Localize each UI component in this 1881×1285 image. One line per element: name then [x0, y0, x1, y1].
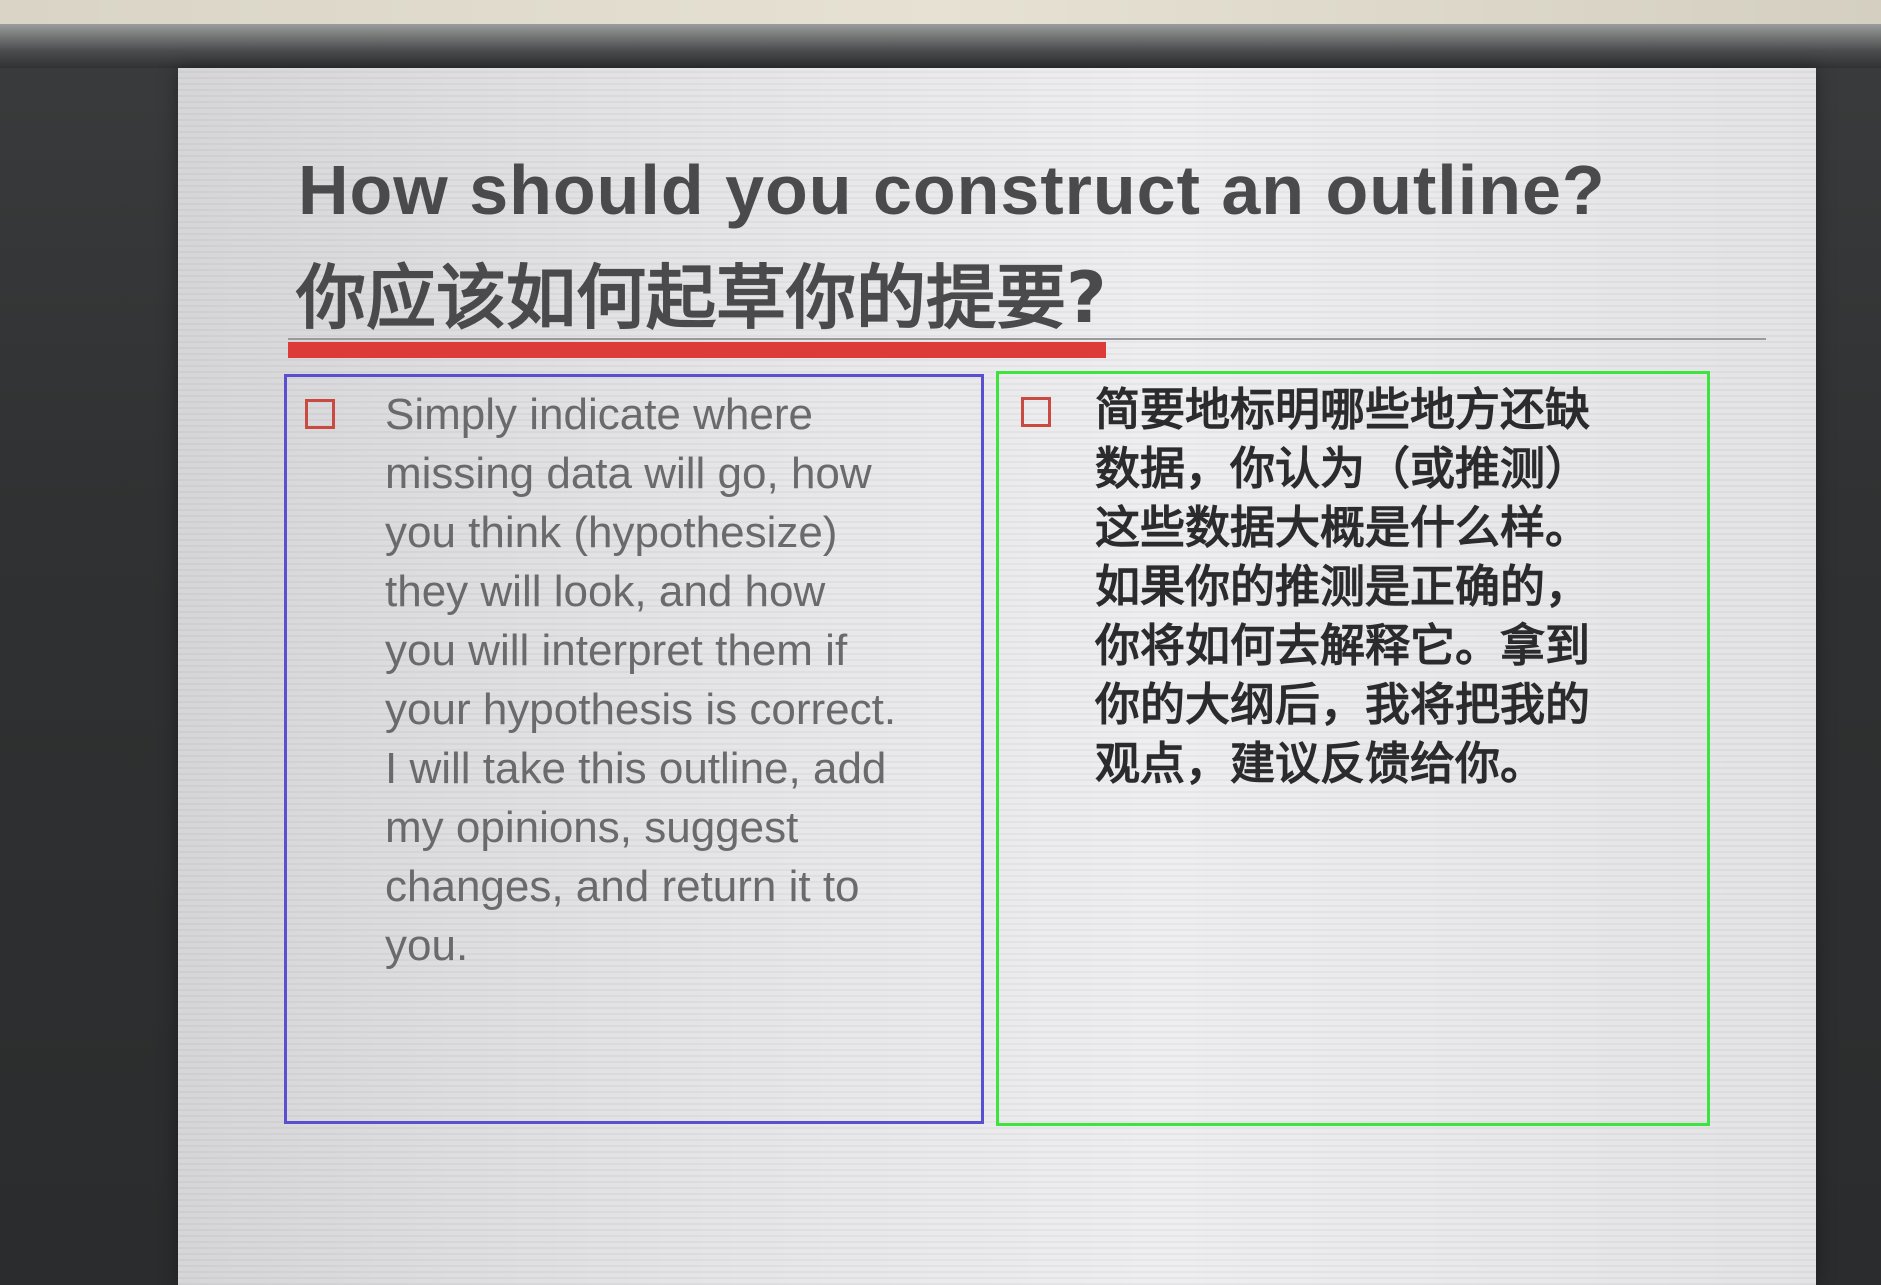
square-bullet-icon	[305, 399, 335, 429]
text-line: 如果你的推测是正确的，	[1095, 560, 1591, 613]
text-line: my opinions, suggest	[385, 803, 799, 852]
english-text-box: Simply indicate where missing data will …	[284, 374, 984, 1124]
title-accent-bar	[288, 342, 1106, 358]
text-line: Simply indicate where	[385, 390, 813, 439]
text-line: 数据，你认为（或推测）	[1095, 442, 1591, 495]
text-line: your hypothesis is correct.	[385, 685, 897, 734]
text-line: changes, and return it to	[385, 862, 860, 911]
text-line: 你将如何去解释它。拿到	[1095, 619, 1591, 672]
slide-title-chinese: 你应该如何起草你的提要?	[296, 257, 1107, 339]
wall-background	[0, 0, 1881, 24]
text-line: I will take this outline, add	[385, 744, 887, 793]
english-paragraph: Simply indicate where missing data will …	[385, 385, 985, 975]
presentation-slide: How should you construct an outline? 你应该…	[178, 68, 1816, 1285]
text-line: they will look, and how	[385, 567, 826, 616]
photo-scene: How should you construct an outline? 你应该…	[0, 0, 1881, 1285]
text-line: 这些数据大概是什么样。	[1095, 501, 1591, 554]
square-bullet-icon	[1021, 397, 1051, 427]
text-line: you will interpret them if	[385, 626, 848, 675]
text-line: 简要地标明哪些地方还缺	[1095, 383, 1591, 436]
text-line: you.	[385, 921, 469, 970]
chinese-text-box: 简要地标明哪些地方还缺 数据，你认为（或推测） 这些数据大概是什么样。 如果你的…	[996, 371, 1710, 1126]
chinese-paragraph: 简要地标明哪些地方还缺 数据，你认为（或推测） 这些数据大概是什么样。 如果你的…	[1095, 380, 1695, 793]
text-line: missing data will go, how	[385, 449, 872, 498]
text-line: 你的大纲后，我将把我的	[1095, 678, 1591, 731]
slide-title-english: How should you construct an outline?	[298, 151, 1606, 229]
text-line: you think (hypothesize)	[385, 508, 838, 557]
title-divider-line	[288, 338, 1766, 340]
text-line: 观点，建议反馈给你。	[1095, 737, 1546, 790]
monitor-bezel	[0, 24, 1881, 68]
